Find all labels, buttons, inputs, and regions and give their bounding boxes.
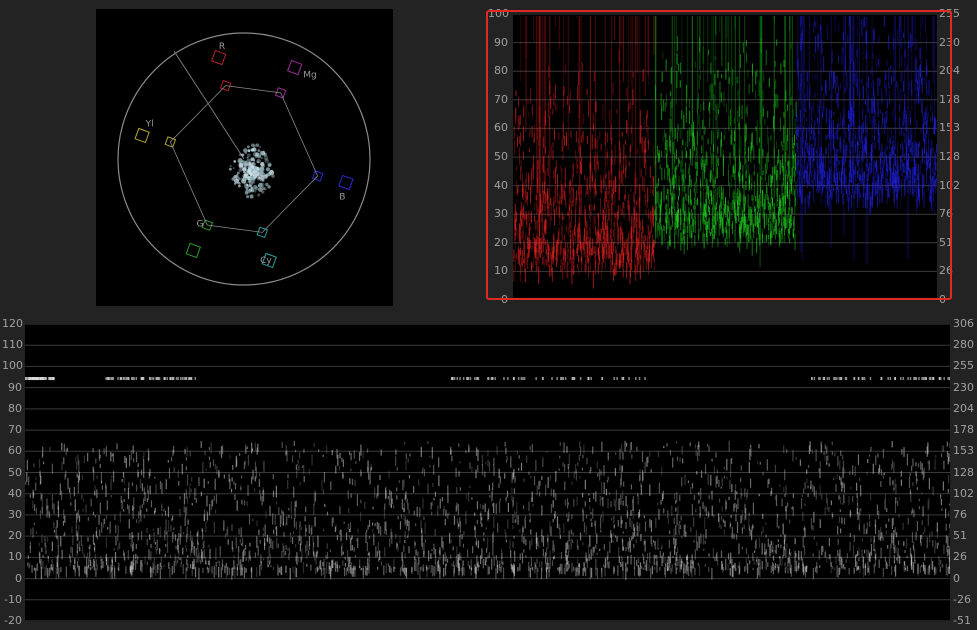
parade-right-tick: 76 xyxy=(939,207,953,221)
parade-right-tick: 204 xyxy=(939,64,960,78)
target-100-g xyxy=(185,242,201,259)
target-label-mg: Mg xyxy=(303,71,316,81)
parade-channel-green xyxy=(654,16,797,268)
target-100-b xyxy=(338,174,354,191)
parade-right-tick: 102 xyxy=(939,178,960,192)
parade-left-tick: 70 xyxy=(494,92,508,106)
parade-right-tick: 230 xyxy=(939,35,960,49)
parade-right-tick: 0 xyxy=(939,293,946,306)
parade-right-tick: 178 xyxy=(939,92,960,106)
waveform-right-tick: -51 xyxy=(953,614,971,627)
vectorscope-graph: R Mg B Cy G Yl xyxy=(117,32,371,286)
parade-left-tick: 40 xyxy=(494,178,508,192)
waveform-left-tick: 120 xyxy=(2,317,23,330)
parade-right-tick: 51 xyxy=(939,235,953,249)
parade-channel-red xyxy=(513,16,656,289)
waveform-left-tick: 20 xyxy=(8,529,22,543)
waveform-left-tick: 110 xyxy=(2,338,23,352)
parade-left-tick: 20 xyxy=(494,235,508,249)
waveform-right-tick: 306 xyxy=(953,317,974,330)
waveform-right-tick: 76 xyxy=(953,507,967,521)
waveform-right-tick: 255 xyxy=(953,359,974,373)
target-label-r: R xyxy=(219,42,225,52)
luma-trace xyxy=(25,377,950,580)
rgb-parade-panel[interactable]: 100 90 80 70 60 50 40 30 20 10 0 255 230 204 178 153 12… xyxy=(486,7,960,306)
waveform-left-tick: 60 xyxy=(8,444,22,458)
waveform-left-tick: 10 xyxy=(8,550,22,564)
target-label-b: B xyxy=(339,192,345,202)
waveform-left-tick: 80 xyxy=(8,401,22,415)
target-label-yl: Yl xyxy=(145,120,154,130)
target-100-r xyxy=(211,49,227,66)
target-100-mg xyxy=(287,59,303,76)
waveform-left-tick: 0 xyxy=(15,571,22,585)
waveform-right-tick: 102 xyxy=(953,486,974,500)
parade-left-tick: 90 xyxy=(494,35,508,49)
parade-left-tick: 100 xyxy=(488,7,509,20)
waveform-right-tick: 280 xyxy=(953,338,974,352)
waveform-right-tick: 128 xyxy=(953,465,974,479)
target-label-cy: Cy xyxy=(260,256,272,266)
parade-left-tick: 10 xyxy=(494,264,508,278)
vectorscope: R Mg B Cy G Yl xyxy=(96,9,393,306)
parade-channel-blue xyxy=(795,16,937,265)
parade-right-tick: 255 xyxy=(939,7,960,20)
waveform-left-tick: 100 xyxy=(2,359,23,373)
parade-left-tick: 0 xyxy=(501,293,508,306)
parade-left-tick: 50 xyxy=(494,150,508,163)
waveform-right-tick: -26 xyxy=(953,592,971,606)
skin-tone-line xyxy=(173,50,245,160)
target-label-g: G xyxy=(197,219,204,229)
waveform-left-tick: -20 xyxy=(4,614,22,627)
waveform-left-tick: 70 xyxy=(8,423,22,437)
waveform-right-tick: 0 xyxy=(953,571,960,585)
waveform-right-tick: 178 xyxy=(953,423,974,437)
rgb-parade-graph xyxy=(513,14,937,300)
waveform-left-tick: 90 xyxy=(8,380,22,394)
waveform-left-tick: 30 xyxy=(8,507,22,521)
parade-left-tick: 60 xyxy=(494,121,508,135)
waveform-right-tick: 51 xyxy=(953,529,967,543)
waveform-right-tick: 230 xyxy=(953,380,974,394)
parade-left-tick: 30 xyxy=(494,207,508,221)
parade-left-tick: 80 xyxy=(494,64,508,78)
waveform-right-tick: 26 xyxy=(953,550,967,564)
parade-right-tick: 26 xyxy=(939,264,953,278)
target-100-yl xyxy=(134,127,150,144)
waveform-right-tick: 153 xyxy=(953,444,974,458)
waveform-left-tick: 40 xyxy=(8,486,22,500)
parade-right-tick: 128 xyxy=(939,150,960,163)
waveform-left-tick: 50 xyxy=(8,465,22,479)
luma-waveform xyxy=(25,324,950,621)
waveform-right-tick: 204 xyxy=(953,401,974,415)
chroma-trace xyxy=(228,143,275,199)
luma-waveform-graph xyxy=(25,324,950,621)
parade-right-tick: 153 xyxy=(939,121,960,135)
waveform-left-tick: -10 xyxy=(4,592,22,606)
rgb-parade-scope xyxy=(513,14,937,300)
